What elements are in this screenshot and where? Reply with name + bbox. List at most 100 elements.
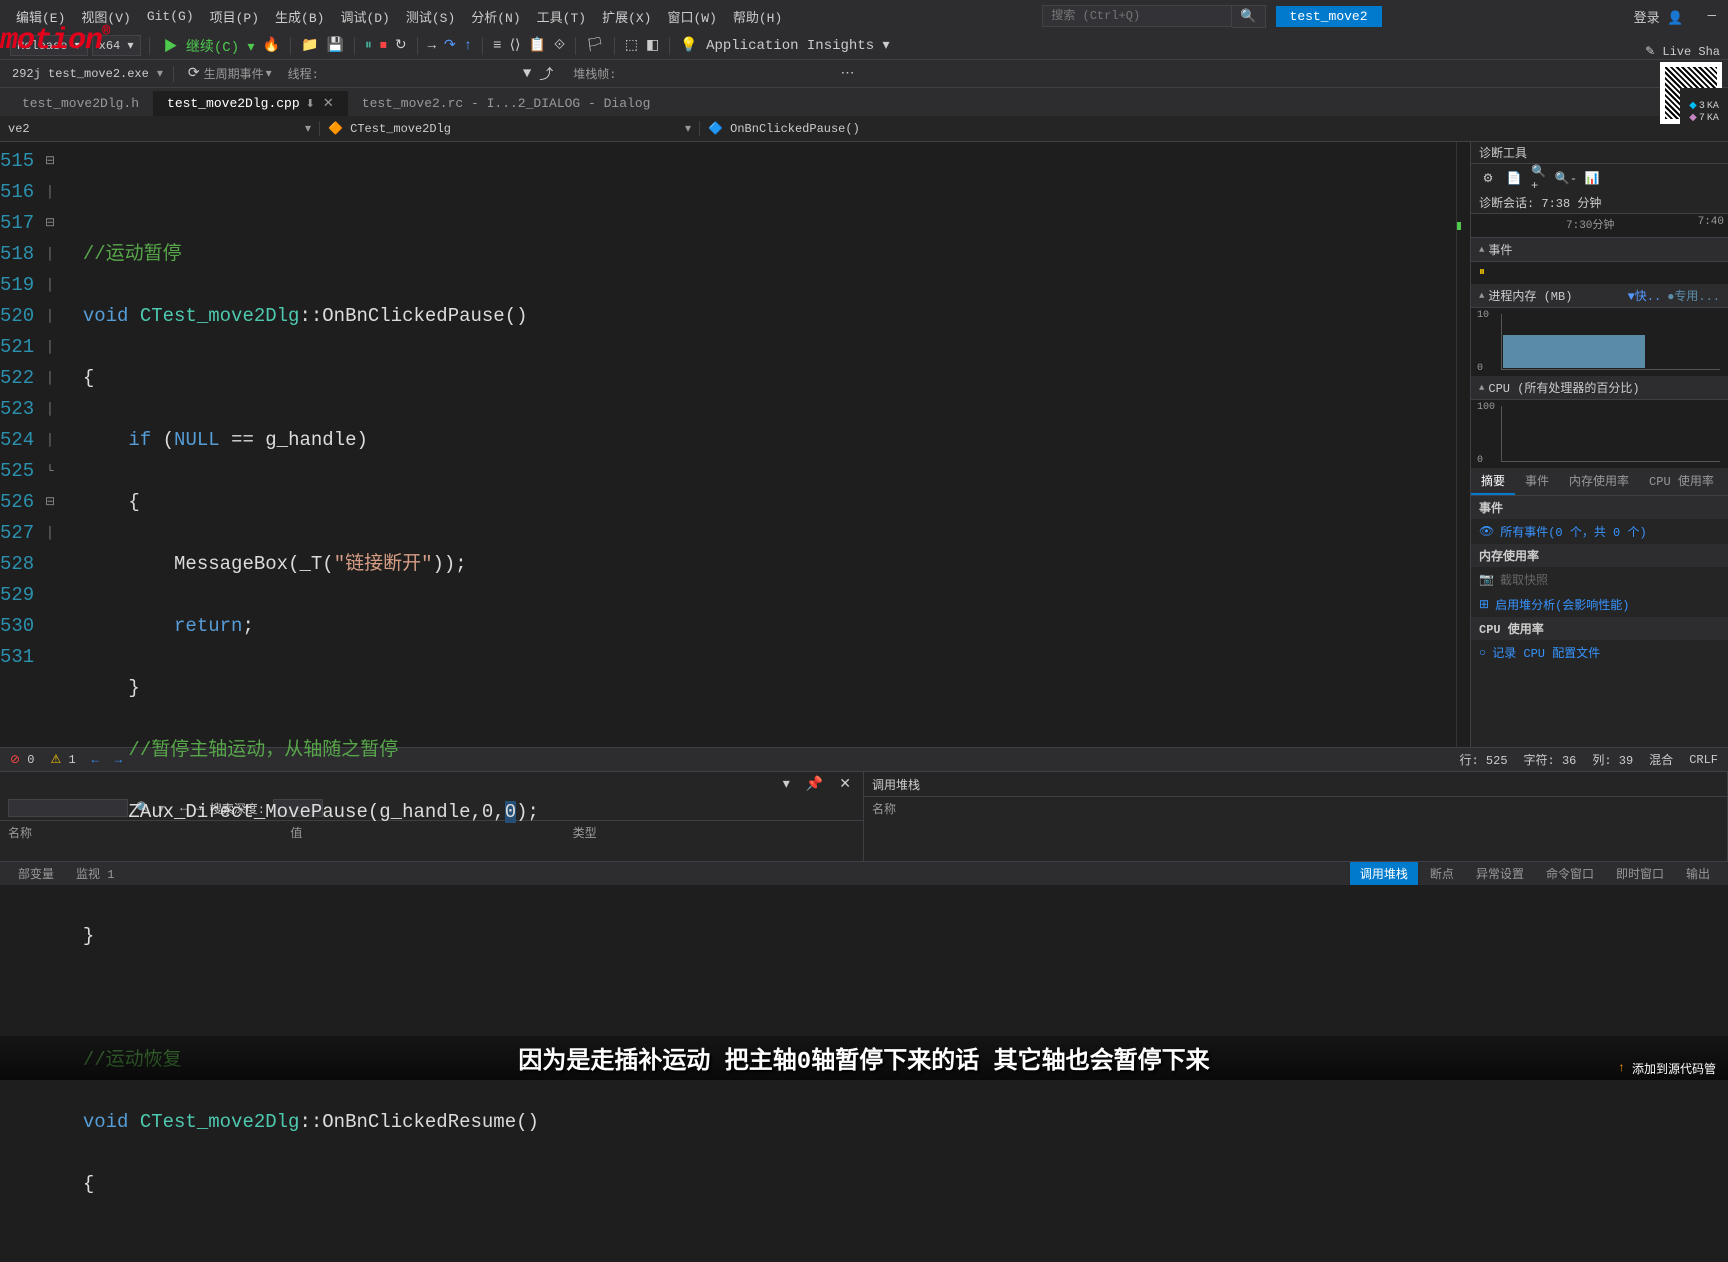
- tab-cpp-file[interactable]: test_move2Dlg.cpp⬇✕: [153, 91, 348, 116]
- tool-icon-4[interactable]: ⟐: [550, 38, 569, 54]
- menu-window[interactable]: 窗口(W): [659, 7, 724, 26]
- group-icon[interactable]: ⬚: [621, 37, 642, 54]
- menu-view[interactable]: 视图(V): [73, 7, 138, 26]
- code-editor[interactable]: 515516517518 519520521522 523524525526 5…: [0, 142, 1470, 747]
- code-content[interactable]: //运动暂停 void CTest_move2Dlg::OnBnClickedP…: [60, 142, 1456, 747]
- session-time: 诊断会话: 7:38 分钟: [1471, 192, 1728, 214]
- timeline[interactable]: 7:30分钟 7:40: [1471, 214, 1728, 238]
- menu-project[interactable]: 项目(P): [202, 7, 267, 26]
- tool-icon-1[interactable]: ≡: [489, 38, 505, 54]
- fold-column[interactable]: ⊟│⊟│││││││└ ⊟│: [40, 142, 60, 747]
- solution-name[interactable]: test_move2: [1276, 6, 1382, 27]
- window-controls[interactable]: —: [1704, 8, 1720, 24]
- scope-dropdown[interactable]: ve2▾: [0, 121, 320, 136]
- minimap[interactable]: [1456, 142, 1470, 747]
- memory-section: 内存使用率: [1471, 544, 1728, 567]
- exceptions-tab[interactable]: 异常设置: [1466, 862, 1534, 885]
- more-icon[interactable]: ⋯: [836, 65, 858, 82]
- menu-extensions[interactable]: 扩展(X): [594, 7, 659, 26]
- menu-help[interactable]: 帮助(H): [725, 7, 790, 26]
- pause-icon[interactable]: ⏸: [361, 38, 376, 54]
- stop-icon[interactable]: ⏹: [376, 38, 391, 54]
- tab-summary[interactable]: 摘要: [1471, 468, 1515, 495]
- thread-icon[interactable]: ⤴: [535, 64, 557, 84]
- cpu-section: CPU 使用率: [1471, 617, 1728, 640]
- menu-edit[interactable]: 编辑(E): [8, 7, 73, 26]
- menu-git[interactable]: Git(G): [139, 9, 202, 24]
- doc-icon[interactable]: 📄: [1505, 169, 1523, 187]
- tab-header-file[interactable]: test_move2Dlg.h: [8, 91, 153, 116]
- login-button[interactable]: 登录 👤: [1634, 7, 1684, 26]
- tab-memory[interactable]: 内存使用率: [1559, 468, 1639, 495]
- debug-toolbar: 292j test_move2.exe ▾ ⟳ 生周期事件 ▾ 线程: ▼ ⤴ …: [0, 60, 1728, 88]
- mode-indicator: 混合: [1649, 751, 1673, 768]
- filter-icon[interactable]: ▼: [519, 66, 535, 82]
- immediate-tab[interactable]: 即时窗口: [1606, 862, 1674, 885]
- lifecycle-icon[interactable]: ⟳: [184, 65, 204, 82]
- thread-label: 线程:: [288, 65, 319, 82]
- liveshare-button[interactable]: ✎ Live Sha: [1645, 44, 1720, 59]
- continue-button[interactable]: ▶ 继续(C) ▾: [160, 36, 259, 56]
- stackframe-label: 堆栈帧:: [573, 65, 616, 82]
- tool-icon-2[interactable]: ⟨⟩: [506, 37, 525, 54]
- eol-indicator: CRLF: [1689, 753, 1718, 767]
- save-icon[interactable]: 💾: [322, 37, 347, 54]
- perf-badges: ◆3KA ◆7KA: [1680, 88, 1728, 136]
- search-input[interactable]: [1042, 5, 1232, 27]
- cpu-header[interactable]: CPU (所有处理器的百分比): [1488, 379, 1639, 396]
- step-over-icon[interactable]: ↷: [440, 37, 460, 54]
- events-section: 事件: [1471, 496, 1728, 519]
- flag-icon[interactable]: 🏳: [582, 37, 608, 54]
- subtitle-text: 因为是走插补运动 把主轴0轴暂停下来的话 其它轴也会暂停下来: [518, 1040, 1209, 1076]
- tool-icon-3[interactable]: 📋: [525, 37, 550, 54]
- output-tab[interactable]: 输出: [1676, 862, 1720, 885]
- class-dropdown[interactable]: 🔶 CTest_move2Dlg▾: [320, 121, 700, 136]
- tool-icon-5[interactable]: ◧: [642, 37, 663, 54]
- source-control-btn[interactable]: 添加到源代码管: [1632, 1060, 1716, 1077]
- tab-cpu[interactable]: CPU 使用率: [1639, 468, 1724, 495]
- diagnostics-panel: 诊断工具 ⚙ 📄 🔍+ 🔍- 📊 诊断会话: 7:38 分钟 7:30分钟 7:…: [1470, 142, 1728, 747]
- pin-icon[interactable]: ⬇: [306, 99, 315, 111]
- subtitle-overlay: 因为是走插补运动 把主轴0轴暂停下来的话 其它轴也会暂停下来: [0, 1036, 1728, 1080]
- menu-tools[interactable]: 工具(T): [529, 7, 594, 26]
- menubar: 编辑(E) 视图(V) Git(G) 项目(P) 生成(B) 调试(D) 测试(…: [0, 0, 1728, 32]
- memory-chart: 10 0: [1471, 308, 1728, 376]
- line-indicator: 行: 525: [1460, 751, 1508, 768]
- command-tab[interactable]: 命令窗口: [1536, 862, 1604, 885]
- lifecycle-label: 生周期事件: [204, 65, 264, 82]
- hot-reload-icon[interactable]: 🔥: [259, 37, 284, 54]
- step-into-icon[interactable]: →: [424, 38, 440, 54]
- search-icon[interactable]: 🔍: [1232, 5, 1265, 28]
- folder-icon[interactable]: 📁: [297, 37, 322, 54]
- zoomout-icon[interactable]: 🔍-: [1557, 169, 1575, 187]
- col-indicator: 列: 39: [1592, 751, 1633, 768]
- nav-bar: ve2▾ 🔶 CTest_move2Dlg▾ 🔷 OnBnClickedPaus…: [0, 116, 1728, 142]
- restart-icon[interactable]: ↻: [391, 37, 411, 54]
- cpu-record-link[interactable]: ○记录 CPU 配置文件: [1471, 640, 1728, 665]
- zoomin-icon[interactable]: 🔍+: [1531, 169, 1549, 187]
- appinsights-button[interactable]: 💡 Application Insights ▾: [676, 37, 893, 54]
- menu-build[interactable]: 生成(B): [267, 7, 332, 26]
- memory-header[interactable]: 进程内存 (MB): [1488, 287, 1572, 304]
- tab-events[interactable]: 事件: [1515, 468, 1559, 495]
- all-events-link[interactable]: 👁所有事件(0 个，共 0 个): [1471, 519, 1728, 544]
- line-gutter: 515516517518 519520521522 523524525526 5…: [0, 142, 40, 747]
- heap-link[interactable]: ⊞启用堆分析(会影响性能): [1471, 592, 1728, 617]
- locals-tab[interactable]: 部变量: [8, 862, 64, 885]
- char-indicator: 字符: 36: [1524, 751, 1577, 768]
- error-icon[interactable]: ⊘: [10, 753, 20, 767]
- diagnostics-title: 诊断工具: [1479, 144, 1527, 161]
- gear-icon[interactable]: ⚙: [1479, 169, 1497, 187]
- snapshot-link[interactable]: 📷截取快照: [1471, 567, 1728, 592]
- process-name: 292j test_move2.exe: [12, 67, 149, 81]
- menu-analyze[interactable]: 分析(N): [463, 7, 528, 26]
- menu-test[interactable]: 测试(S): [398, 7, 463, 26]
- tab-rc-file[interactable]: test_move2.rc - I...2_DIALOG - Dialog: [348, 91, 665, 116]
- events-header[interactable]: 事件: [1488, 241, 1512, 258]
- menu-debug[interactable]: 调试(D): [332, 7, 397, 26]
- step-out-icon[interactable]: ↑: [460, 38, 476, 54]
- close-icon[interactable]: ✕: [323, 96, 334, 111]
- chart-icon[interactable]: 📊: [1583, 169, 1601, 187]
- main-toolbar: Release ▾ x64 ▾ ▶ 继续(C) ▾ 🔥 📁 💾 ⏸ ⏹ ↻ → …: [0, 32, 1728, 60]
- function-dropdown[interactable]: 🔷 OnBnClickedPause()▾: [700, 121, 1708, 136]
